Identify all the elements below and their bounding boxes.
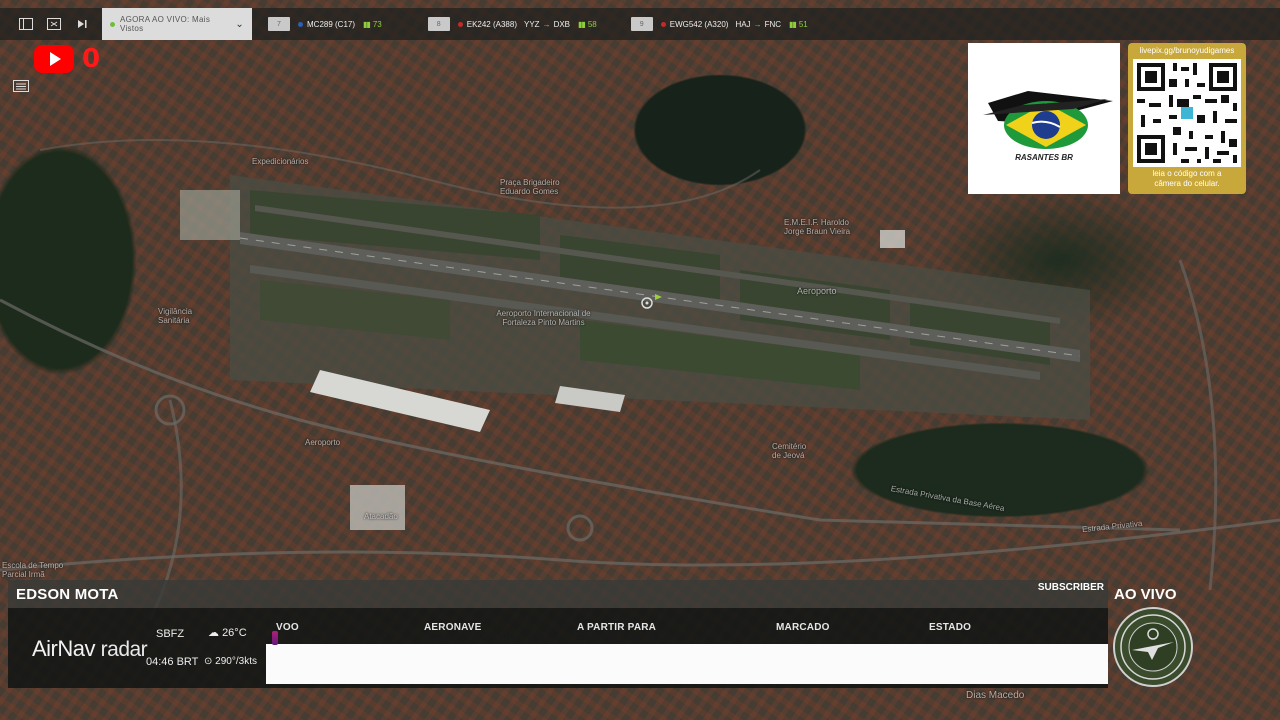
map-label: Escola de Tempo Parcial Irmã: [2, 561, 64, 579]
flight-altitude: 73: [372, 19, 382, 29]
scheduled-time: 04:35: [776, 630, 809, 645]
arrow-right-icon: →: [753, 19, 762, 29]
map-label: Cemitério de Jeová: [772, 442, 807, 460]
flight-code: MC289 (C17): [307, 19, 356, 29]
temperature: ☁ 26°C: [208, 626, 247, 639]
channel-badge-icon: [1113, 607, 1193, 687]
flight-code: EWG542 (A320): [669, 19, 729, 29]
rasantes-label: RASANTES BR: [1015, 153, 1073, 162]
live-category-select[interactable]: AGORA AO VIVO: Mais Vistos ⌄: [102, 8, 252, 40]
flight-index: 8: [427, 17, 450, 31]
flight-status: Partiu 9m atrÁs: [929, 630, 1019, 645]
temperature-value: 26°C: [222, 627, 247, 639]
flight-details: AirNav radar SBFZ 04:46 BRT ☁ 26°C ⊙ 290…: [8, 608, 1108, 688]
flight-info-panel: EDSON MOTA SUBSCRIBER AirNav radar SBFZ …: [0, 580, 1280, 720]
flight-altitude: 51: [798, 19, 808, 29]
airnav-logo: AirNav radar: [32, 636, 148, 662]
airnav-brand: AirNav: [32, 636, 96, 661]
arrow-right-icon: →: [542, 19, 551, 29]
airnav-brand-suffix: radar: [100, 638, 148, 661]
sidebar-toggle-icon[interactable]: [18, 16, 34, 32]
map-label: E.M.E.I.F. Haroldo Jorge Braun Vieira: [784, 218, 851, 236]
wind-icon: ⊙: [204, 656, 213, 667]
panel-header: EDSON MOTA SUBSCRIBER: [8, 580, 1108, 608]
map-label: Aeroporto Internacional de Fortaleza Pin…: [496, 309, 591, 327]
cloud-icon: ☁: [208, 627, 219, 639]
flight-number: LA3739: [290, 630, 335, 645]
flight-code: EK242 (A388): [466, 19, 517, 29]
map-label: Vigilância Sanitária: [158, 307, 193, 325]
qr-url: livepix.gg/brunoyudigames: [1139, 46, 1235, 55]
youtube-count: 0: [82, 44, 101, 74]
top-toolbar: AGORA AO VIVO: Mais Vistos ⌄ 7 MC289 (C1…: [0, 8, 1280, 40]
airport-code: SBFZ: [156, 628, 185, 640]
airline-tail-icon: [272, 631, 278, 645]
map-label: Atacadão: [364, 512, 398, 521]
list-panel-icon[interactable]: [13, 80, 29, 94]
airline-dot-icon: [298, 21, 303, 27]
qr-code-icon: [1133, 59, 1241, 167]
rasantes-logo: RASANTES BR: [968, 43, 1120, 194]
expand-icon[interactable]: [46, 16, 62, 32]
skip-next-icon[interactable]: [74, 16, 90, 32]
youtube-icon: [34, 45, 74, 73]
map-label: Aeroporto: [797, 286, 837, 296]
flight-chip[interactable]: 9 EWG542 (A320) HAJ → FNC ▮▮ 51: [630, 17, 808, 31]
airline-dot-icon: [457, 21, 463, 27]
qr-caption-line: câmera do celular.: [1154, 179, 1220, 188]
map-label: Praça Brigadeiro Eduardo Gomes: [500, 178, 560, 196]
subscriber-label: SUBSCRIBER: [1037, 582, 1104, 593]
map-label: Expedicionários: [252, 157, 309, 166]
flight-altitude: 58: [587, 19, 597, 29]
aircraft: A20N - PR-XBP(2 anos): [424, 630, 553, 645]
local-time: 04:46 BRT: [146, 656, 199, 668]
live-dot-icon: [110, 21, 115, 27]
flight-origin: YYZ: [524, 19, 540, 29]
flight-chip[interactable]: 8 EK242 (A388) YYZ → DXB ▮▮ 58: [427, 17, 597, 31]
flight-row[interactable]: [266, 644, 1108, 684]
chevron-down-icon: ⌄: [235, 18, 244, 30]
flight-destination: DXB: [553, 19, 571, 29]
flight-origin: HAJ: [735, 19, 751, 29]
flight-index: 9: [630, 17, 653, 31]
altitude-icon: ▮▮: [363, 19, 371, 29]
qr-card: livepix.gg/brunoyudigames leia o código …: [1128, 43, 1246, 194]
destination: Brasilia, DF BSB: [577, 630, 674, 645]
flight-chip[interactable]: 7 MC289 (C17) ▮▮ 73: [268, 17, 382, 31]
qr-caption-line: leia o código com a: [1152, 169, 1222, 178]
ao-vivo-label: AO VIVO: [1114, 586, 1177, 603]
live-category-label: AGORA AO VIVO: Mais Vistos: [119, 15, 211, 33]
altitude-icon: ▮▮: [789, 19, 797, 29]
airline-dot-icon: [660, 21, 666, 27]
wind: ⊙ 290°/3kts: [204, 656, 257, 667]
aircraft-age: (2 anos): [516, 634, 554, 645]
wind-value: 290°/3kts: [215, 656, 257, 667]
flight-destination: FNC: [764, 19, 782, 29]
subscriber-name: EDSON MOTA: [16, 586, 119, 603]
altitude-icon: ▮▮: [578, 19, 586, 29]
aircraft-registration: A20N - PR-XBP: [424, 630, 517, 645]
flight-index: 7: [268, 17, 290, 31]
map-label: Aeroporto: [305, 438, 341, 447]
